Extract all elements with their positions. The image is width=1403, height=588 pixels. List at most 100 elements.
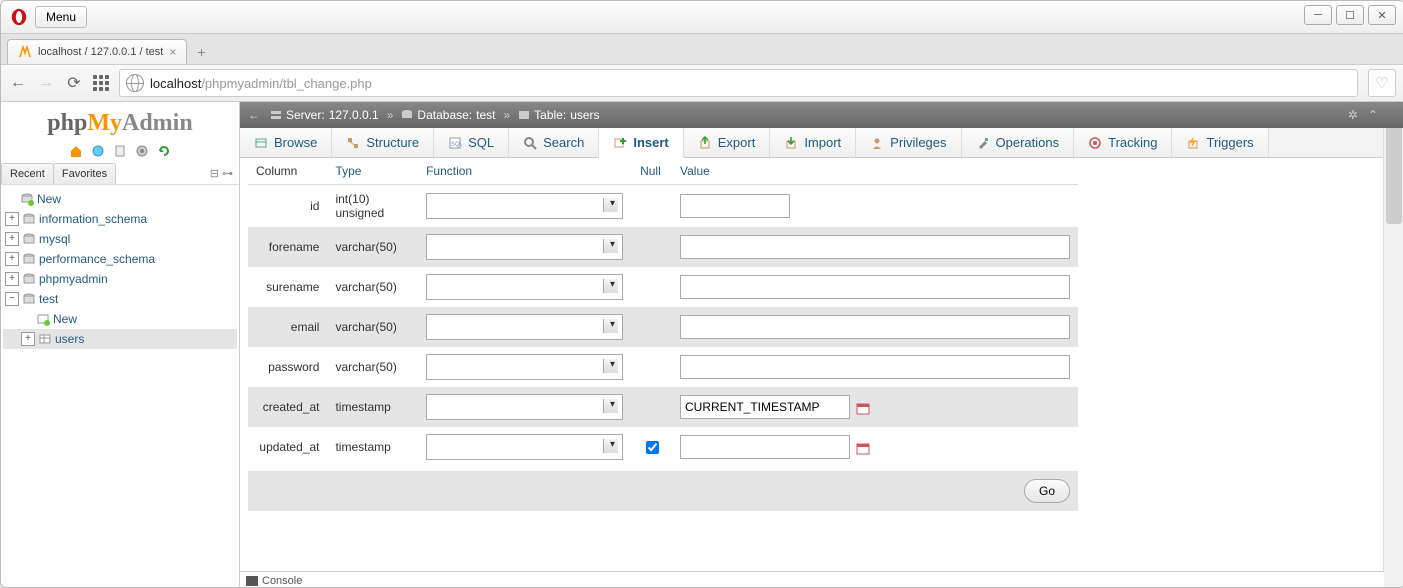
new-db-icon xyxy=(20,192,34,206)
sidebar-quick-icons xyxy=(1,139,239,163)
speed-dial-button[interactable] xyxy=(93,75,109,91)
database-icon xyxy=(22,232,36,246)
function-select[interactable] xyxy=(426,234,623,260)
header-function[interactable]: Function xyxy=(418,158,632,185)
tree-db-test[interactable]: − test xyxy=(3,289,237,309)
browser-tab-title: localhost / 127.0.0.1 / test xyxy=(38,46,163,58)
calendar-icon[interactable] xyxy=(856,441,870,455)
tree-new-table[interactable]: New xyxy=(3,309,237,329)
logout-icon[interactable] xyxy=(90,143,106,159)
url-bar: ← → ⟳ localhost/phpmyadmin/tbl_change.ph… xyxy=(1,65,1403,102)
tree-db-performance_schema[interactable]: +performance_schema xyxy=(3,249,237,269)
insert-icon xyxy=(613,136,627,150)
maximize-button[interactable]: ☐ xyxy=(1336,5,1364,25)
value-input[interactable] xyxy=(680,435,850,459)
home-icon[interactable] xyxy=(68,143,84,159)
tab-import[interactable]: Import xyxy=(770,128,856,157)
column-name: email xyxy=(248,307,327,347)
tree-item-label: phpmyadmin xyxy=(39,272,108,286)
tab-tracking[interactable]: Tracking xyxy=(1074,128,1172,157)
search-icon xyxy=(523,136,537,150)
table-icon xyxy=(38,332,52,346)
console-bar[interactable]: Console xyxy=(240,571,1384,588)
insert-form-area: Column Type Function Null Value idint(10… xyxy=(240,158,1403,511)
function-select[interactable] xyxy=(426,193,623,219)
expand-icon[interactable]: + xyxy=(5,252,19,266)
value-input[interactable] xyxy=(680,194,790,218)
server-icon xyxy=(270,109,282,121)
go-button[interactable]: Go xyxy=(1024,479,1070,503)
value-input[interactable] xyxy=(680,275,1070,299)
tab-search[interactable]: Search xyxy=(509,128,599,157)
value-input[interactable] xyxy=(680,315,1070,339)
docs-icon[interactable] xyxy=(112,143,128,159)
crumb-table[interactable]: Table: users xyxy=(518,108,599,122)
tree-db-phpmyadmin[interactable]: + phpmyadmin xyxy=(3,269,237,289)
browser-tab[interactable]: localhost / 127.0.0.1 / test × xyxy=(7,39,187,64)
url-field[interactable]: localhost/phpmyadmin/tbl_change.php xyxy=(119,69,1358,97)
tree-table-users[interactable]: + users xyxy=(3,329,237,349)
column-type: varchar(50) xyxy=(327,267,418,307)
menu-button[interactable]: Menu xyxy=(35,6,87,28)
tree-new-db[interactable]: New xyxy=(3,189,237,209)
recent-tab[interactable]: Recent xyxy=(1,163,54,184)
expand-icon[interactable]: + xyxy=(21,332,35,346)
phpmyadmin-favicon-icon xyxy=(18,45,32,59)
expand-icon[interactable]: + xyxy=(5,232,19,246)
column-type: timestamp xyxy=(327,427,418,467)
function-select[interactable] xyxy=(426,274,623,300)
tree-item-label: New xyxy=(37,192,61,206)
scrollbar[interactable] xyxy=(1383,102,1403,588)
tab-privileges[interactable]: Privileges xyxy=(856,128,961,157)
minimize-button[interactable]: ─ xyxy=(1304,5,1332,25)
tree-db-information_schema[interactable]: +information_schema xyxy=(3,209,237,229)
value-input[interactable] xyxy=(680,395,850,419)
function-select[interactable] xyxy=(426,354,623,380)
bookmark-button[interactable]: ♡ xyxy=(1368,69,1396,97)
tab-structure[interactable]: Structure xyxy=(332,128,434,157)
collapse-icon[interactable]: − xyxy=(5,292,19,306)
expand-icon[interactable]: + xyxy=(5,212,19,226)
operations-icon xyxy=(976,136,990,150)
column-name: created_at xyxy=(248,387,327,427)
crumb-server[interactable]: Server: 127.0.0.1 xyxy=(270,108,379,122)
page-up-icon[interactable]: ⌃ xyxy=(1368,108,1378,122)
function-select[interactable] xyxy=(426,314,623,340)
breadcrumb-collapse-icon[interactable]: ← xyxy=(248,108,260,122)
tab-operations[interactable]: Operations xyxy=(962,128,1075,157)
titlebar: Menu ─ ☐ ✕ xyxy=(1,1,1403,34)
close-button[interactable]: ✕ xyxy=(1368,5,1396,25)
header-null: Null xyxy=(632,158,672,185)
reload-button[interactable]: ⟳ xyxy=(65,73,83,93)
tree-item-label: New xyxy=(53,312,77,326)
tab-insert[interactable]: Insert xyxy=(599,128,683,158)
crumb-database[interactable]: Database: test xyxy=(401,108,495,122)
favorites-tab[interactable]: Favorites xyxy=(53,163,116,184)
sidebar-collapse-icon[interactable]: ⊟ ⊶ xyxy=(204,163,239,184)
null-checkbox[interactable] xyxy=(646,441,659,454)
url-text[interactable]: localhost/phpmyadmin/tbl_change.php xyxy=(150,76,1351,91)
expand-icon[interactable]: + xyxy=(5,272,19,286)
page-settings-icon[interactable]: ✲ xyxy=(1348,108,1358,122)
column-type: varchar(50) xyxy=(327,347,418,387)
tab-close-icon[interactable]: × xyxy=(169,45,176,59)
insert-table: Column Type Function Null Value idint(10… xyxy=(248,158,1078,467)
value-input[interactable] xyxy=(680,235,1070,259)
tab-sql[interactable]: SQLSQL xyxy=(434,128,509,157)
function-select[interactable] xyxy=(426,434,623,460)
tab-browse[interactable]: Browse xyxy=(240,128,332,157)
tree-item-label: test xyxy=(39,292,58,306)
column-type: varchar(50) xyxy=(327,227,418,267)
function-select[interactable] xyxy=(426,394,623,420)
value-input[interactable] xyxy=(680,355,1070,379)
header-type[interactable]: Type xyxy=(327,158,418,185)
tab-export[interactable]: Export xyxy=(684,128,771,157)
new-tab-button[interactable]: + xyxy=(187,40,215,64)
calendar-icon[interactable] xyxy=(856,401,870,415)
reload-tree-icon[interactable] xyxy=(156,143,172,159)
back-button[interactable]: ← xyxy=(9,74,27,92)
settings-icon[interactable] xyxy=(134,143,150,159)
export-icon xyxy=(698,136,712,150)
tab-triggers[interactable]: Triggers xyxy=(1172,128,1268,157)
tree-db-mysql[interactable]: +mysql xyxy=(3,229,237,249)
